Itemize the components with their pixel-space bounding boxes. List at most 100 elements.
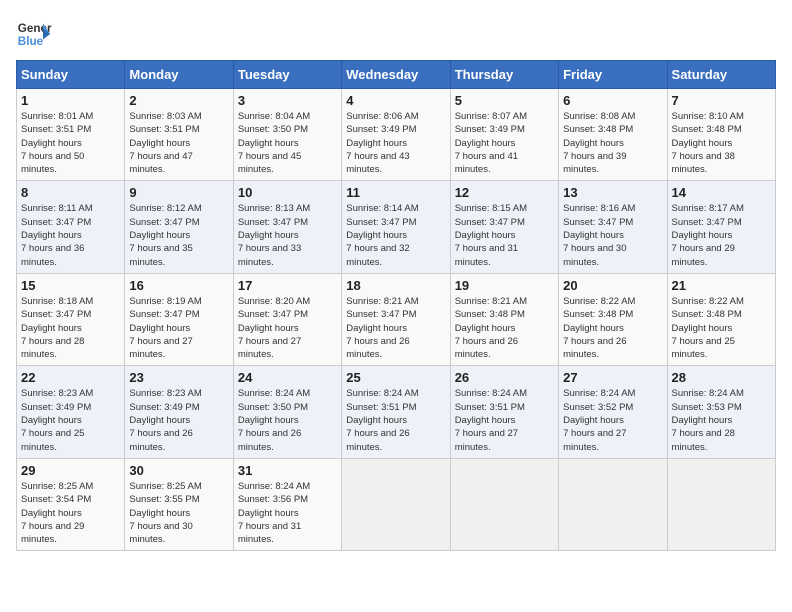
day-info: Sunrise: 8:03 AMSunset: 3:51 PMDaylight … — [129, 110, 228, 176]
calendar-cell: 5Sunrise: 8:07 AMSunset: 3:49 PMDaylight… — [450, 89, 558, 181]
day-info: Sunrise: 8:15 AMSunset: 3:47 PMDaylight … — [455, 202, 554, 268]
calendar-cell: 27Sunrise: 8:24 AMSunset: 3:52 PMDayligh… — [559, 366, 667, 458]
calendar-cell: 26 Sunrise: 8:24 AMSunset: 3:51 PMDayligh… — [450, 366, 558, 458]
calendar-cell: 30 Sunrise: 8:25 AMSunset: 3:55 PMDayligh… — [125, 458, 233, 550]
day-info: Sunrise: 8:22 AMSunset: 3:48 PMDaylight … — [672, 295, 771, 361]
calendar-cell: 12 Sunrise: 8:15 AMSunset: 3:47 PMDayligh… — [450, 181, 558, 273]
day-number: 30 — [129, 463, 228, 478]
day-number: 10 — [238, 185, 337, 200]
week-row-3: 15 Sunrise: 8:18 AMSunset: 3:47 PMDayligh… — [17, 273, 776, 365]
calendar-cell: 10 Sunrise: 8:13 AMSunset: 3:47 PMDayligh… — [233, 181, 341, 273]
day-number: 18 — [346, 278, 445, 293]
day-number: 14 — [672, 185, 771, 200]
day-of-week-wednesday: Wednesday — [342, 61, 450, 89]
day-info: Sunrise: 8:21 AMSunset: 3:47 PMDaylight … — [346, 295, 445, 361]
day-info: Sunrise: 8:12 AMSunset: 3:47 PMDaylight … — [129, 202, 228, 268]
day-number: 21 — [672, 278, 771, 293]
day-info: Sunrise: 8:11 AMSunset: 3:47 PMDaylight … — [21, 202, 120, 268]
day-number: 12 — [455, 185, 554, 200]
day-info: Sunrise: 8:24 AMSunset: 3:52 PMDaylight … — [563, 387, 662, 453]
calendar-cell: 18 Sunrise: 8:21 AMSunset: 3:47 PMDayligh… — [342, 273, 450, 365]
day-number: 28 — [672, 370, 771, 385]
day-number: 15 — [21, 278, 120, 293]
calendar-cell: 13 Sunrise: 8:16 AMSunset: 3:47 PMDayligh… — [559, 181, 667, 273]
day-number: 29 — [21, 463, 120, 478]
day-info: Sunrise: 8:07 AMSunset: 3:49 PMDaylight … — [455, 110, 554, 176]
week-row-1: 1Sunrise: 8:01 AMSunset: 3:51 PMDaylight… — [17, 89, 776, 181]
header: General Blue — [16, 16, 776, 52]
calendar-cell: 25Sunrise: 8:24 AMSunset: 3:51 PMDayligh… — [342, 366, 450, 458]
day-number: 8 — [21, 185, 120, 200]
calendar-cell: 14 Sunrise: 8:17 AMSunset: 3:47 PMDayligh… — [667, 181, 775, 273]
day-number: 2 — [129, 93, 228, 108]
day-number: 7 — [672, 93, 771, 108]
day-info: Sunrise: 8:24 AMSunset: 3:56 PMDaylight … — [238, 480, 337, 546]
day-info: Sunrise: 8:01 AMSunset: 3:51 PMDaylight … — [21, 110, 120, 176]
day-info: Sunrise: 8:23 AMSunset: 3:49 PMDaylight … — [129, 387, 228, 453]
day-number: 31 — [238, 463, 337, 478]
day-info: Sunrise: 8:22 AMSunset: 3:48 PMDaylight … — [563, 295, 662, 361]
day-number: 16 — [129, 278, 228, 293]
week-row-4: 22 Sunrise: 8:23 AMSunset: 3:49 PMDayligh… — [17, 366, 776, 458]
day-number: 6 — [563, 93, 662, 108]
calendar-cell: 4 Sunrise: 8:06 AMSunset: 3:49 PMDaylight… — [342, 89, 450, 181]
day-number: 11 — [346, 185, 445, 200]
calendar-cell: 8 Sunrise: 8:11 AMSunset: 3:47 PMDaylight… — [17, 181, 125, 273]
day-info: Sunrise: 8:04 AMSunset: 3:50 PMDaylight … — [238, 110, 337, 176]
day-number: 9 — [129, 185, 228, 200]
day-info: Sunrise: 8:14 AMSunset: 3:47 PMDaylight … — [346, 202, 445, 268]
day-info: Sunrise: 8:24 AMSunset: 3:51 PMDaylight … — [455, 387, 554, 453]
day-of-week-monday: Monday — [125, 61, 233, 89]
day-number: 24 — [238, 370, 337, 385]
day-of-week-thursday: Thursday — [450, 61, 558, 89]
day-number: 17 — [238, 278, 337, 293]
day-info: Sunrise: 8:13 AMSunset: 3:47 PMDaylight … — [238, 202, 337, 268]
day-info: Sunrise: 8:16 AMSunset: 3:47 PMDaylight … — [563, 202, 662, 268]
day-of-week-tuesday: Tuesday — [233, 61, 341, 89]
calendar-cell: 23 Sunrise: 8:23 AMSunset: 3:49 PMDayligh… — [125, 366, 233, 458]
calendar-cell — [342, 458, 450, 550]
calendar-cell: 21 Sunrise: 8:22 AMSunset: 3:48 PMDayligh… — [667, 273, 775, 365]
day-info: Sunrise: 8:21 AMSunset: 3:48 PMDaylight … — [455, 295, 554, 361]
calendar-cell — [559, 458, 667, 550]
calendar-cell: 28 Sunrise: 8:24 AMSunset: 3:53 PMDayligh… — [667, 366, 775, 458]
day-info: Sunrise: 8:25 AMSunset: 3:55 PMDaylight … — [129, 480, 228, 546]
calendar-cell: 11 Sunrise: 8:14 AMSunset: 3:47 PMDayligh… — [342, 181, 450, 273]
day-info: Sunrise: 8:20 AMSunset: 3:47 PMDaylight … — [238, 295, 337, 361]
calendar-cell: 20 Sunrise: 8:22 AMSunset: 3:48 PMDayligh… — [559, 273, 667, 365]
calendar-cell: 29 Sunrise: 8:25 AMSunset: 3:54 PMDayligh… — [17, 458, 125, 550]
day-info: Sunrise: 8:17 AMSunset: 3:47 PMDaylight … — [672, 202, 771, 268]
day-number: 25 — [346, 370, 445, 385]
day-info: Sunrise: 8:24 AMSunset: 3:53 PMDaylight … — [672, 387, 771, 453]
calendar-cell — [450, 458, 558, 550]
day-info: Sunrise: 8:08 AMSunset: 3:48 PMDaylight … — [563, 110, 662, 176]
week-row-5: 29 Sunrise: 8:25 AMSunset: 3:54 PMDayligh… — [17, 458, 776, 550]
day-info: Sunrise: 8:24 AMSunset: 3:50 PMDaylight … — [238, 387, 337, 453]
day-number: 26 — [455, 370, 554, 385]
day-number: 20 — [563, 278, 662, 293]
day-number: 4 — [346, 93, 445, 108]
calendar-cell: 6 Sunrise: 8:08 AMSunset: 3:48 PMDaylight… — [559, 89, 667, 181]
calendar-cell: 7Sunrise: 8:10 AMSunset: 3:48 PMDaylight… — [667, 89, 775, 181]
calendar-cell: 2 Sunrise: 8:03 AMSunset: 3:51 PMDaylight… — [125, 89, 233, 181]
day-info: Sunrise: 8:25 AMSunset: 3:54 PMDaylight … — [21, 480, 120, 546]
calendar-cell — [667, 458, 775, 550]
calendar-cell: 24 Sunrise: 8:24 AMSunset: 3:50 PMDayligh… — [233, 366, 341, 458]
day-number: 23 — [129, 370, 228, 385]
day-of-week-saturday: Saturday — [667, 61, 775, 89]
day-of-week-friday: Friday — [559, 61, 667, 89]
logo: General Blue — [16, 16, 52, 52]
calendar-cell: 31 Sunrise: 8:24 AMSunset: 3:56 PMDayligh… — [233, 458, 341, 550]
calendar-cell: 9 Sunrise: 8:12 AMSunset: 3:47 PMDaylight… — [125, 181, 233, 273]
week-row-2: 8 Sunrise: 8:11 AMSunset: 3:47 PMDaylight… — [17, 181, 776, 273]
day-number: 3 — [238, 93, 337, 108]
day-info: Sunrise: 8:06 AMSunset: 3:49 PMDaylight … — [346, 110, 445, 176]
svg-text:Blue: Blue — [18, 35, 44, 48]
day-number: 19 — [455, 278, 554, 293]
calendar: SundayMondayTuesdayWednesdayThursdayFrid… — [16, 60, 776, 551]
day-info: Sunrise: 8:18 AMSunset: 3:47 PMDaylight … — [21, 295, 120, 361]
day-number: 13 — [563, 185, 662, 200]
calendar-cell: 3 Sunrise: 8:04 AMSunset: 3:50 PMDaylight… — [233, 89, 341, 181]
day-info: Sunrise: 8:19 AMSunset: 3:47 PMDaylight … — [129, 295, 228, 361]
day-number: 22 — [21, 370, 120, 385]
